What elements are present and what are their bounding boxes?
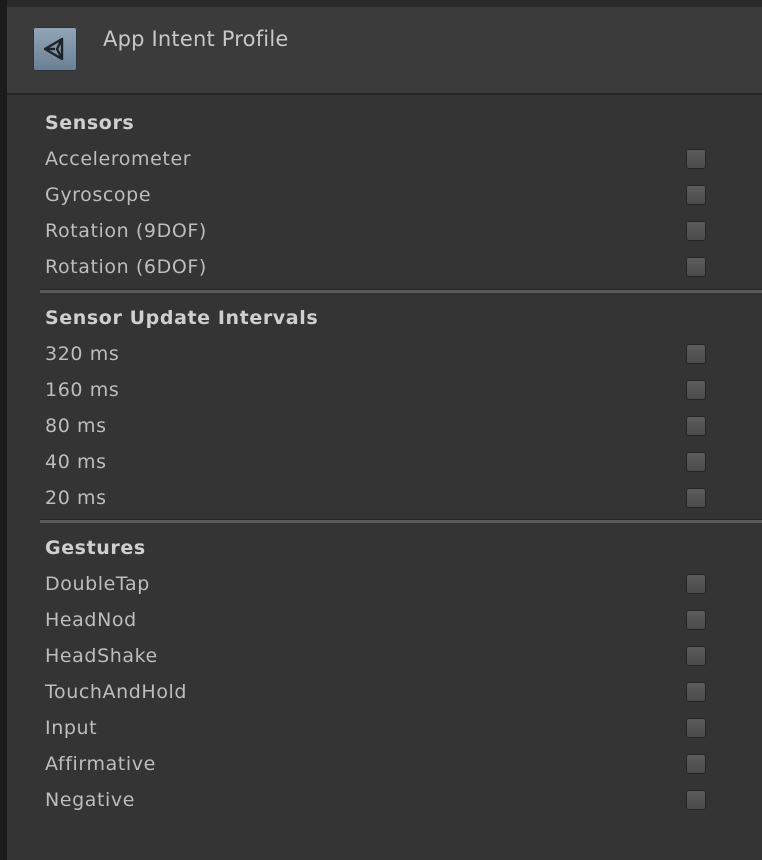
interval-160ms-checkbox[interactable] <box>686 380 706 400</box>
toggle-label: Affirmative <box>45 753 156 775</box>
toggle-label: DoubleTap <box>45 573 150 595</box>
toggle-label: Gyroscope <box>45 184 152 206</box>
toggle-row-rotation-6dof[interactable]: Rotation (6DOF) <box>7 249 762 285</box>
toggle-row-80ms[interactable]: 80 ms <box>7 408 762 444</box>
toggle-label: 80 ms <box>45 415 107 437</box>
rotation-9dof-checkbox[interactable] <box>686 221 706 241</box>
section-title-gestures: Gestures <box>45 537 146 559</box>
toggle-row-input[interactable]: Input <box>7 710 762 746</box>
toggle-row-40ms[interactable]: 40 ms <box>7 444 762 480</box>
toggle-row-headnod[interactable]: HeadNod <box>7 602 762 638</box>
inspector-header: App Intent Profile <box>7 7 762 95</box>
page-title: App Intent Profile <box>103 27 289 51</box>
toggle-row-affirmative[interactable]: Affirmative <box>7 746 762 782</box>
toggle-label: Rotation (9DOF) <box>45 220 207 242</box>
input-checkbox[interactable] <box>686 718 706 738</box>
touchandhold-checkbox[interactable] <box>686 682 706 702</box>
section-divider <box>40 289 762 293</box>
section-title-sensor-update-intervals: Sensor Update Intervals <box>45 307 319 329</box>
inspector-panel: App Intent Profile Sensors Accelerometer… <box>0 0 762 860</box>
interval-80ms-checkbox[interactable] <box>686 416 706 436</box>
toggle-label: 320 ms <box>45 343 120 365</box>
toggle-row-touchandhold[interactable]: TouchAndHold <box>7 674 762 710</box>
toggle-label: TouchAndHold <box>45 681 188 703</box>
toggle-row-gyroscope[interactable]: Gyroscope <box>7 177 762 213</box>
interval-40ms-checkbox[interactable] <box>686 452 706 472</box>
headnod-checkbox[interactable] <box>686 610 706 630</box>
unity-logo-icon <box>33 27 77 71</box>
toggle-row-20ms[interactable]: 20 ms <box>7 480 762 516</box>
toggle-label: HeadShake <box>45 645 158 667</box>
toggle-row-320ms[interactable]: 320 ms <box>7 336 762 372</box>
section-divider <box>40 519 762 523</box>
toggle-label: Rotation (6DOF) <box>45 256 207 278</box>
accelerometer-checkbox[interactable] <box>686 149 706 169</box>
header-top-edge <box>7 0 762 7</box>
interval-320ms-checkbox[interactable] <box>686 344 706 364</box>
toggle-label: Negative <box>45 789 136 811</box>
gyroscope-checkbox[interactable] <box>686 185 706 205</box>
affirmative-checkbox[interactable] <box>686 754 706 774</box>
panel-left-border <box>0 0 7 860</box>
toggle-row-negative[interactable]: Negative <box>7 782 762 818</box>
section-title-sensors: Sensors <box>45 112 135 134</box>
headshake-checkbox[interactable] <box>686 646 706 666</box>
interval-20ms-checkbox[interactable] <box>686 488 706 508</box>
negative-checkbox[interactable] <box>686 790 706 810</box>
doubletap-checkbox[interactable] <box>686 574 706 594</box>
toggle-row-rotation-9dof[interactable]: Rotation (9DOF) <box>7 213 762 249</box>
toggle-label: 20 ms <box>45 487 107 509</box>
toggle-label: Accelerometer <box>45 148 192 170</box>
toggle-label: 40 ms <box>45 451 107 473</box>
toggle-row-headshake[interactable]: HeadShake <box>7 638 762 674</box>
toggle-row-accelerometer[interactable]: Accelerometer <box>7 141 762 177</box>
rotation-6dof-checkbox[interactable] <box>686 257 706 277</box>
toggle-row-doubletap[interactable]: DoubleTap <box>7 566 762 602</box>
toggle-label: Input <box>45 717 98 739</box>
toggle-row-160ms[interactable]: 160 ms <box>7 372 762 408</box>
toggle-label: 160 ms <box>45 379 120 401</box>
toggle-label: HeadNod <box>45 609 137 631</box>
